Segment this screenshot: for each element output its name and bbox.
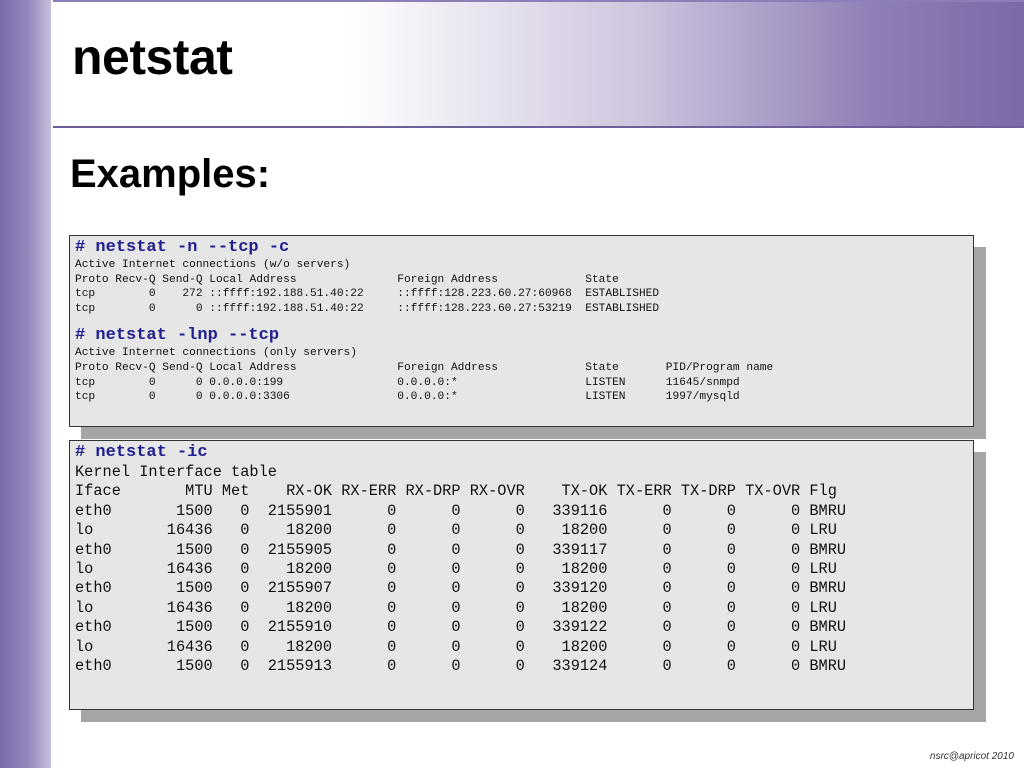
output-line: eth0 1500 0 2155913 0 0 0 339124 0 0 0 B… (75, 657, 847, 676)
output-line: lo 16436 0 18200 0 0 0 18200 0 0 0 LRU (75, 560, 837, 579)
output-header-line: Proto Recv-Q Send-Q Local Address Foreig… (75, 361, 774, 374)
output-line: lo 16436 0 18200 0 0 0 18200 0 0 0 LRU (75, 521, 837, 540)
output-line: eth0 1500 0 2155905 0 0 0 339117 0 0 0 B… (75, 540, 847, 559)
output-header-line: Proto Recv-Q Send-Q Local Address Foreig… (75, 273, 619, 286)
output-line: lo 16436 0 18200 0 0 0 18200 0 0 0 LRU (75, 637, 837, 656)
left-decorative-bar (0, 0, 51, 768)
output-line: Active Internet connections (w/o servers… (75, 259, 351, 271)
output-line: tcp 0 0 ::ffff:192.188.51.40:22 ::ffff:1… (75, 302, 660, 315)
output-line: Kernel Interface table (75, 463, 277, 481)
terminal-box-2: # netstat -ic Kernel Interface table Ifa… (69, 440, 974, 710)
output-line: eth0 1500 0 2155907 0 0 0 339120 0 0 0 B… (75, 579, 847, 598)
output-line: eth0 1500 0 2155910 0 0 0 339122 0 0 0 B… (75, 618, 847, 637)
slide-title: netstat (72, 29, 233, 85)
output-line: tcp 0 0 0.0.0.0:3306 0.0.0.0:* LISTEN 19… (75, 391, 740, 404)
output-line: tcp 0 0 0.0.0.0:199 0.0.0.0:* LISTEN 116… (75, 376, 740, 389)
header-top-line (53, 0, 1024, 2)
slide-subtitle: Examples: (70, 152, 271, 196)
terminal-box-1: # netstat -n --tcp -c Active Internet co… (69, 235, 974, 427)
output-header-line: Iface MTU Met RX-OK RX-ERR RX-DRP RX-OVR… (75, 482, 837, 501)
output-line: tcp 0 272 ::ffff:192.188.51.40:22 ::ffff… (75, 288, 660, 301)
footer-credit: nsrc@apricot 2010 (929, 751, 1014, 762)
output-line: eth0 1500 0 2155901 0 0 0 339116 0 0 0 B… (75, 501, 847, 520)
output-line: Active Internet connections (only server… (75, 347, 357, 360)
command-netstat-ic: # netstat -ic (75, 443, 208, 462)
command-netstat-lnp-tcp: # netstat -lnp --tcp (75, 326, 280, 346)
command-netstat-n-tcp-c: # netstat -n --tcp -c (75, 238, 290, 257)
output-line: lo 16436 0 18200 0 0 0 18200 0 0 0 LRU (75, 598, 837, 617)
